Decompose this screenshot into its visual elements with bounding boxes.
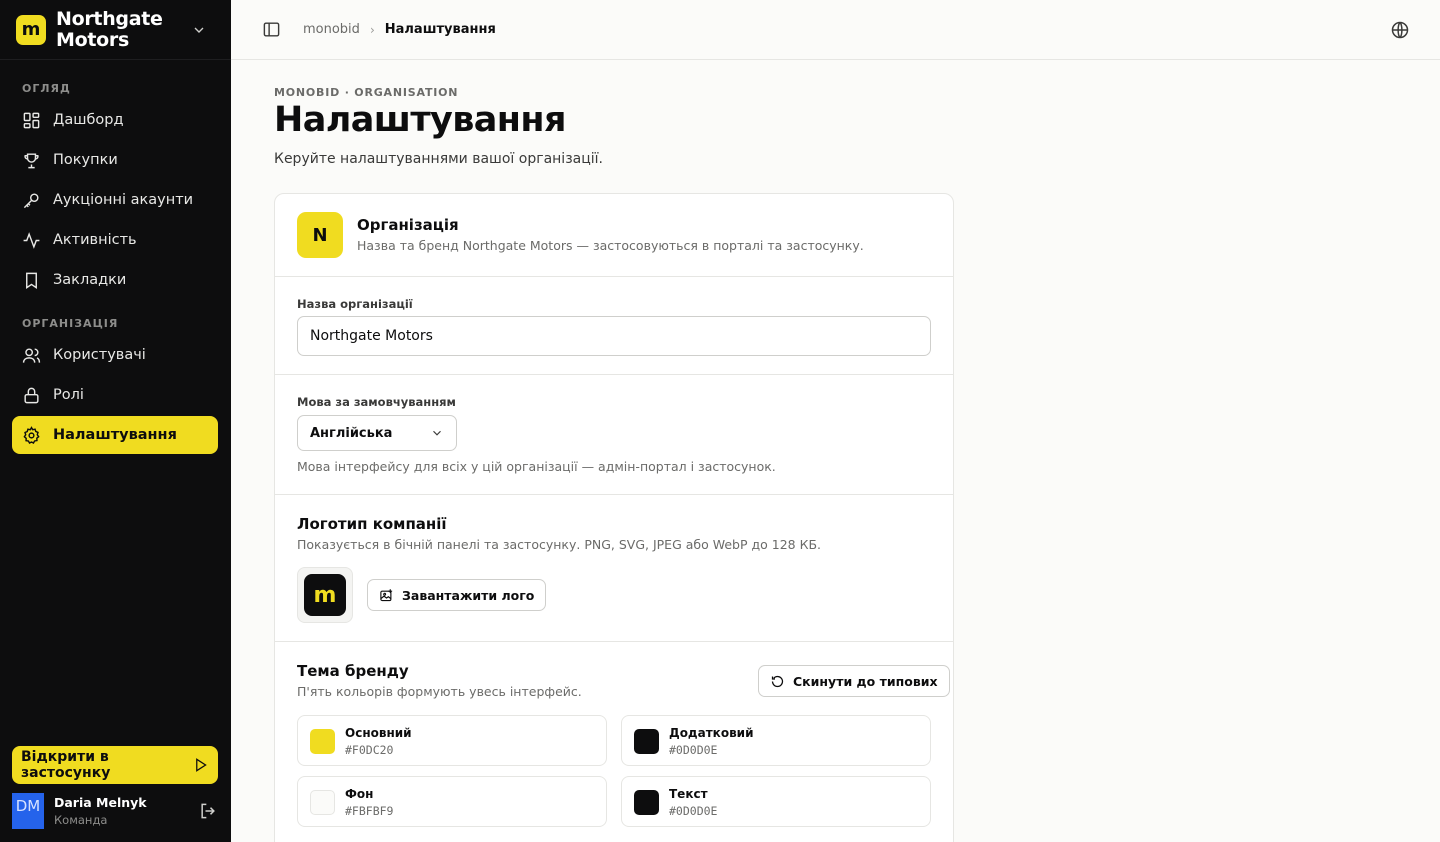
swatch-name: Основний xyxy=(345,726,412,740)
sidebar: m Northgate Motors ОГЛЯД Дашборд Покупки… xyxy=(0,0,231,842)
language-section: Мова за замовчуванням Англійська Мова ін… xyxy=(275,375,953,495)
swatch-hex: #0D0D0E xyxy=(669,804,718,818)
logo-preview: m xyxy=(297,567,353,623)
swatch-text[interactable]: Текст #0D0D0E xyxy=(621,776,931,827)
sidebar-item-auction-accounts[interactable]: Аукціонні акаунти xyxy=(12,181,218,219)
breadcrumb-separator: › xyxy=(369,22,375,37)
org-badge: N xyxy=(297,212,343,258)
org-description: Назва та бренд Northgate Motors — застос… xyxy=(357,238,864,253)
sidebar-item-label: Користувачі xyxy=(53,347,146,363)
swatch-background[interactable]: Фон #FBFBF9 xyxy=(297,776,607,827)
open-in-app-button[interactable]: Відкрити в застосунку xyxy=(12,746,218,784)
users-icon xyxy=(22,347,41,363)
swatch-name: Текст xyxy=(669,787,708,801)
sidebar-item-label: Аукціонні акаунти xyxy=(53,192,194,208)
swatch-primary[interactable]: Основний #F0DC20 xyxy=(297,715,607,766)
page-subtitle: Керуйте налаштуваннями вашої організації… xyxy=(274,151,603,167)
key-icon xyxy=(23,192,39,208)
sidebar-item-label: Дашборд xyxy=(53,112,124,128)
sidebar-item-label: Покупки xyxy=(53,152,118,168)
logo-description: Показується в бічній панелі та застосунк… xyxy=(297,537,822,552)
swatch-hex: #0D0D0E xyxy=(669,743,718,757)
avatar: DM xyxy=(12,793,44,829)
swatch-hex: #FBFBF9 xyxy=(345,804,394,818)
org-header: N Організація Назва та бренд Northgate M… xyxy=(275,194,953,277)
org-name-label: Назва організації xyxy=(297,297,413,311)
logout-icon[interactable] xyxy=(198,801,218,821)
sidebar-item-settings[interactable]: Налаштування xyxy=(12,416,218,454)
breadcrumb: monobid › Налаштування xyxy=(281,22,496,37)
sidebar-item-activity[interactable]: Активність xyxy=(12,221,218,259)
play-icon xyxy=(196,758,207,772)
swatch-color xyxy=(310,790,335,815)
topbar: monobid › Налаштування xyxy=(231,0,1440,60)
swatch-name: Додатковий xyxy=(669,726,754,740)
gear-icon xyxy=(23,425,40,444)
theme-title: Тема бренду xyxy=(297,662,409,680)
swatch-hex: #F0DC20 xyxy=(345,743,394,757)
nav-section-organisation: ОРГАНІЗАЦІЯ xyxy=(22,317,119,330)
swatch-name: Фон xyxy=(345,787,374,801)
logo-preview-mark: m xyxy=(304,574,346,616)
swatch-color xyxy=(634,790,659,815)
reset-theme-label: Скинути до типових xyxy=(793,673,938,689)
reset-theme-button[interactable]: Скинути до типових xyxy=(758,665,950,697)
trophy-icon xyxy=(24,152,39,168)
org-switcher[interactable]: m Northgate Motors xyxy=(0,0,231,60)
language-help: Мова інтерфейсу для всіх у цій організац… xyxy=(297,459,776,474)
dashboard-icon xyxy=(23,112,40,128)
breadcrumb-root[interactable]: monobid xyxy=(303,22,360,37)
sidebar-item-label: Налаштування xyxy=(53,427,177,443)
swatch-color xyxy=(310,729,335,754)
logo-section: Логотип компанії Показується в бічній па… xyxy=(275,495,953,642)
chevron-down-icon xyxy=(433,430,441,436)
org-name-input[interactable] xyxy=(297,316,931,356)
org-title: Організація xyxy=(357,216,459,234)
language-label: Мова за замовчуванням xyxy=(297,395,456,409)
language-selected: Англійська xyxy=(310,425,393,441)
upload-logo-button[interactable]: Завантажити лого xyxy=(367,579,547,611)
sidebar-item-label: Ролі xyxy=(53,387,84,403)
language-select[interactable]: Англійська xyxy=(297,415,457,451)
globe-icon[interactable] xyxy=(1390,20,1410,40)
sidebar-item-bookmarks[interactable]: Закладки xyxy=(12,261,218,299)
sidebar-toggle-icon[interactable] xyxy=(262,20,281,39)
image-upload-icon xyxy=(380,588,393,601)
theme-description: П'ять кольорів формують увесь інтерфейс. xyxy=(297,684,582,699)
nav-section-overview: ОГЛЯД xyxy=(22,82,71,95)
sidebar-item-dashboard[interactable]: Дашборд xyxy=(12,101,218,139)
brand-logo: m xyxy=(16,14,46,45)
open-in-app-label: Відкрити в застосунку xyxy=(21,749,111,781)
page-title: Налаштування xyxy=(274,100,566,140)
sidebar-item-purchases[interactable]: Покупки xyxy=(12,141,218,179)
chevron-down-icon xyxy=(194,27,204,33)
lock-icon xyxy=(24,387,39,403)
user-role: Команда xyxy=(54,813,108,827)
breadcrumb-current: Налаштування xyxy=(384,22,496,37)
activity-icon xyxy=(23,231,40,249)
reset-icon xyxy=(771,675,784,687)
theme-section: Тема бренду П'ять кольорів формують увес… xyxy=(275,642,953,842)
brand-name: Northgate Motors xyxy=(56,7,163,51)
settings-card: N Організація Назва та бренд Northgate M… xyxy=(274,193,954,842)
user-profile: DM Daria Melnyk Команда xyxy=(12,793,218,829)
logo-title: Логотип компанії xyxy=(297,515,447,533)
user-name: Daria Melnyk xyxy=(54,795,147,810)
sidebar-item-roles[interactable]: Ролі xyxy=(12,376,218,414)
org-name-section: Назва організації xyxy=(275,277,953,375)
upload-logo-label: Завантажити лого xyxy=(402,587,535,603)
sidebar-item-users[interactable]: Користувачі xyxy=(12,336,218,374)
bookmark-icon xyxy=(26,272,37,289)
swatch-color xyxy=(634,729,659,754)
sidebar-item-label: Активність xyxy=(53,232,137,248)
page-eyebrow: MONOBID · ORGANISATION xyxy=(274,86,459,99)
sidebar-item-label: Закладки xyxy=(53,272,127,288)
swatch-secondary[interactable]: Додатковий #0D0D0E xyxy=(621,715,931,766)
